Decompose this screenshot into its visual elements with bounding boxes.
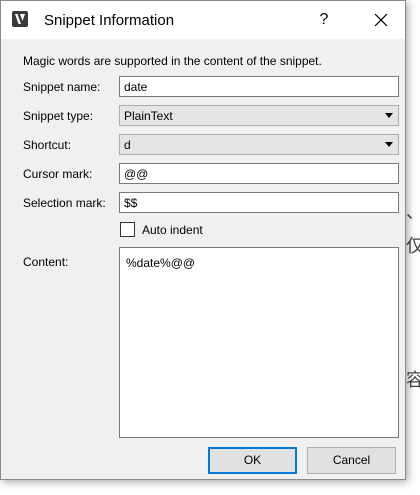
ok-button[interactable]: OK [208, 447, 297, 474]
shortcut-select[interactable]: d [119, 134, 399, 155]
magic-words-info: Magic words are supported in the content… [23, 54, 322, 68]
cursor-mark-input[interactable]: @@ [119, 163, 399, 184]
snippet-information-dialog: Snippet Information ? Magic words are su… [0, 0, 406, 480]
chevron-down-icon [385, 142, 393, 147]
content-textarea[interactable]: %date%@@ [119, 247, 399, 438]
close-icon [374, 13, 388, 27]
vnote-icon [12, 11, 28, 27]
background-window-bottom [0, 480, 420, 495]
snippet-name-input[interactable]: date [119, 76, 399, 97]
selection-mark-label: Selection mark: [23, 196, 106, 210]
auto-indent-label[interactable]: Auto indent [142, 223, 203, 237]
snippet-type-value: PlainText [124, 109, 173, 123]
help-button[interactable]: ? [301, 1, 347, 39]
dialog-titlebar[interactable]: Snippet Information ? [1, 1, 405, 39]
selection-mark-input[interactable]: $$ [119, 192, 399, 213]
snippet-type-select[interactable]: PlainText [119, 105, 399, 126]
content-label: Content: [23, 255, 69, 269]
shortcut-label: Shortcut: [23, 138, 72, 152]
auto-indent-checkbox[interactable] [120, 222, 135, 237]
background-text: 、 [406, 204, 420, 222]
snippet-type-label: Snippet type: [23, 109, 94, 123]
cursor-mark-label: Cursor mark: [23, 167, 93, 181]
background-text: 仅 [406, 236, 420, 257]
cancel-button[interactable]: Cancel [307, 447, 396, 474]
close-button[interactable] [357, 1, 405, 39]
snippet-name-label: Snippet name: [23, 80, 101, 94]
dialog-title: Snippet Information [44, 12, 175, 29]
background-text: 容 [406, 370, 420, 391]
chevron-down-icon [385, 113, 393, 118]
shortcut-value: d [124, 138, 131, 152]
